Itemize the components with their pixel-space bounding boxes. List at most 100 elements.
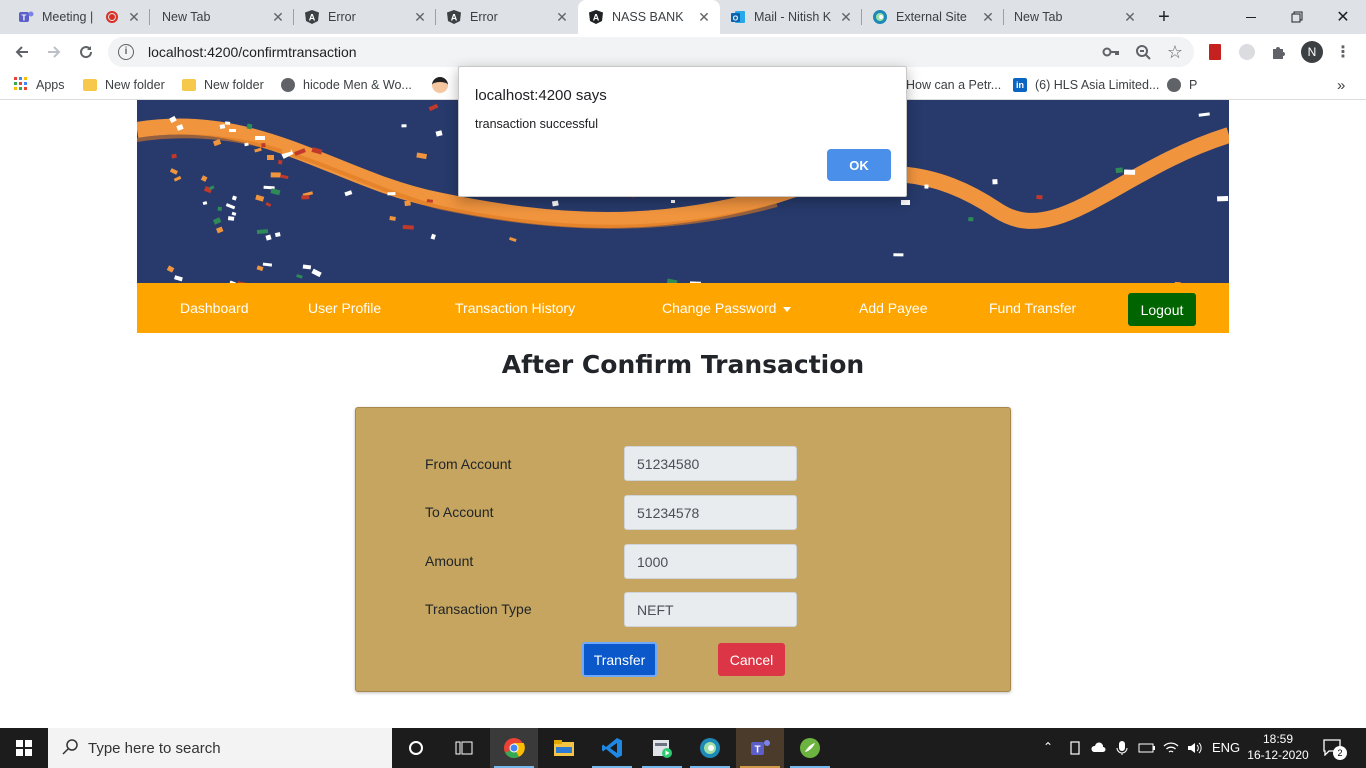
bookmark-link[interactable]: in (6) HLS Asia Limited...	[1013, 76, 1159, 94]
spring-tool-icon[interactable]	[786, 728, 834, 768]
key-icon[interactable]	[1101, 42, 1121, 62]
browser-tab[interactable]: External Site ✕	[862, 0, 1004, 34]
angular-icon: A	[446, 9, 462, 25]
tray-chevron-up-icon[interactable]: ⌃	[1043, 740, 1053, 754]
close-window-button[interactable]: ✕	[1320, 0, 1366, 34]
logout-button[interactable]: Logout	[1128, 293, 1196, 326]
windows-start-button[interactable]	[0, 728, 48, 768]
back-arrow-icon[interactable]	[8, 38, 36, 66]
close-tab-icon[interactable]: ✕	[552, 9, 572, 26]
bookmark-folder[interactable]: New folder	[83, 76, 165, 94]
reload-icon[interactable]	[72, 38, 100, 66]
puzzle-extensions-icon[interactable]	[1269, 42, 1289, 62]
media-app-icon[interactable]	[638, 728, 686, 768]
tray-device-icon[interactable]	[1068, 740, 1082, 759]
dialog-message: transaction successful	[475, 117, 598, 131]
close-tab-icon[interactable]: ✕	[978, 9, 998, 26]
close-tab-icon[interactable]: ✕	[694, 9, 714, 26]
bookmark-link[interactable]: P	[1167, 76, 1197, 94]
close-tab-icon[interactable]: ✕	[410, 9, 430, 26]
to-account-field[interactable]: 51234578	[624, 495, 797, 530]
svg-text:A: A	[593, 13, 600, 23]
taskbar-search-box[interactable]: Type here to search	[48, 728, 392, 768]
address-bar[interactable]: i localhost:4200/confirmtransaction	[108, 37, 1194, 67]
nav-user-profile[interactable]: User Profile	[308, 300, 381, 316]
tab-title: External Site	[896, 10, 967, 24]
bookmark-label: New folder	[204, 78, 264, 92]
zoom-icon[interactable]	[1133, 42, 1153, 62]
tray-volume-icon[interactable]	[1186, 740, 1204, 759]
browser-toolbar: i localhost:4200/confirmtransaction ☆ N …	[0, 34, 1366, 70]
extension-grey-icon[interactable]	[1237, 42, 1257, 62]
teams-taskbar-icon[interactable]: T	[736, 728, 784, 768]
transfer-button[interactable]: Transfer	[582, 642, 657, 677]
vscode-icon[interactable]	[588, 728, 636, 768]
transaction-form-card: From Account 51234580 To Account 5123457…	[355, 407, 1011, 692]
close-tab-icon[interactable]: ✕	[836, 9, 856, 26]
svg-text:T: T	[754, 745, 760, 756]
file-explorer-icon[interactable]	[540, 728, 588, 768]
ok-button[interactable]: OK	[827, 149, 891, 181]
extension-red-icon[interactable]	[1205, 42, 1225, 62]
recording-icon	[106, 11, 118, 23]
bookmark-folder[interactable]: New folder	[182, 76, 264, 94]
search-placeholder: Type here to search	[88, 739, 221, 757]
globe-icon	[1167, 78, 1181, 92]
transaction-type-field[interactable]: NEFT	[624, 592, 797, 627]
tray-language[interactable]: ENG	[1212, 740, 1240, 755]
task-view-icon[interactable]	[440, 728, 488, 768]
new-tab-button[interactable]: +	[1148, 0, 1180, 34]
nav-fund-transfer[interactable]: Fund Transfer	[989, 300, 1076, 316]
browser-tab[interactable]: A Error ✕	[436, 0, 578, 34]
nav-change-password[interactable]: Change Password	[662, 300, 792, 316]
tab-title: New Tab	[162, 10, 211, 24]
folder-icon	[83, 79, 97, 91]
info-icon[interactable]: i	[118, 44, 134, 60]
amount-label: Amount	[425, 553, 474, 569]
menu-kebab-icon[interactable]: ⋮	[1333, 42, 1353, 62]
bookmark-star-icon[interactable]: ☆	[1165, 42, 1185, 62]
amount-field[interactable]: 1000	[624, 544, 797, 579]
close-tab-icon[interactable]: ✕	[124, 9, 144, 26]
tray-wifi-icon[interactable]	[1162, 740, 1180, 759]
tray-clock[interactable]: 18:59 16-12-2020	[1244, 731, 1312, 763]
browser-tab[interactable]: T Meeting | ✕	[8, 0, 150, 34]
bookmark-label: How can a Petr...	[906, 78, 1002, 92]
from-account-field[interactable]: 51234580	[624, 446, 797, 481]
cortana-icon[interactable]	[392, 728, 440, 768]
profile-avatar[interactable]: N	[1301, 41, 1323, 63]
edge-taskbar-icon[interactable]	[686, 728, 734, 768]
browser-tab[interactable]: New Tab ✕	[1004, 0, 1146, 34]
browser-tab-active[interactable]: A NASS BANK ✕	[578, 0, 720, 34]
chrome-taskbar-icon[interactable]	[490, 728, 538, 768]
windows-taskbar: Type here to search T ⌃ ENG 18:59 16-12-…	[0, 728, 1366, 768]
close-tab-icon[interactable]: ✕	[1120, 9, 1140, 26]
minimize-button[interactable]	[1228, 0, 1274, 34]
browser-tab[interactable]: A Error ✕	[294, 0, 436, 34]
bookmark-link[interactable]	[432, 76, 448, 94]
svg-text:O: O	[733, 16, 739, 23]
bookmark-label: hicode Men & Wo...	[303, 78, 412, 92]
nav-dashboard[interactable]: Dashboard	[180, 300, 249, 316]
nav-transaction-history[interactable]: Transaction History	[455, 300, 575, 316]
tray-battery-icon[interactable]	[1138, 740, 1156, 759]
outlook-icon: O	[730, 9, 746, 25]
tray-microphone-icon[interactable]	[1116, 740, 1128, 759]
browser-tab[interactable]: O Mail - Nitish K ✕	[720, 0, 862, 34]
windows-logo-icon	[16, 740, 32, 756]
bookmark-link[interactable]: How can a Petr...	[906, 76, 1001, 94]
more-bookmarks-button[interactable]: »	[1337, 76, 1345, 94]
clock-time: 18:59	[1262, 732, 1294, 746]
bookmark-link[interactable]: hicode Men & Wo...	[281, 76, 412, 94]
cancel-button[interactable]: Cancel	[718, 643, 785, 676]
bookmark-apps[interactable]: Apps	[14, 76, 65, 94]
browser-tab[interactable]: New Tab ✕	[152, 0, 294, 34]
restore-button[interactable]	[1274, 0, 1320, 34]
nav-change-password-label: Change Password	[662, 300, 777, 316]
nav-add-payee[interactable]: Add Payee	[859, 300, 928, 316]
close-tab-icon[interactable]: ✕	[268, 9, 288, 26]
forward-arrow-icon[interactable]	[40, 38, 68, 66]
notification-center-icon[interactable]: 2	[1322, 738, 1347, 760]
tray-cloud-icon[interactable]	[1090, 740, 1108, 759]
notification-count-badge: 2	[1333, 746, 1347, 760]
